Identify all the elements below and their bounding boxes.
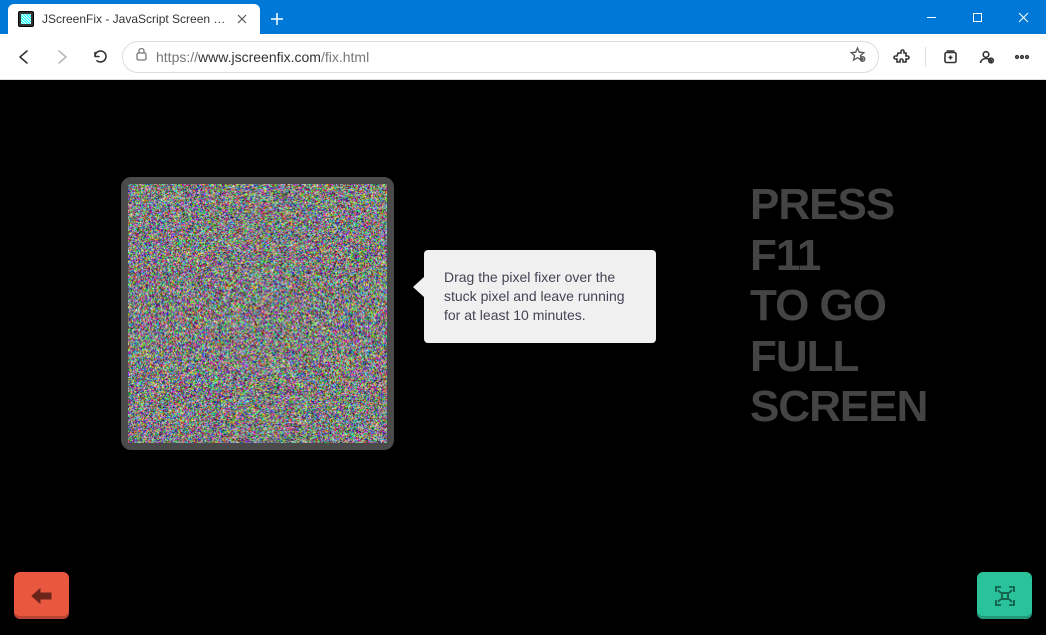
fullscreen-icon xyxy=(993,584,1017,608)
url-text: https://www.jscreenfix.com/fix.html xyxy=(156,49,841,65)
window-controls xyxy=(908,0,1046,34)
browser-toolbar: https://www.jscreenfix.com/fix.html xyxy=(0,34,1046,80)
pixel-noise-canvas xyxy=(128,184,387,443)
tooltip: Drag the pixel fixer over the stuck pixe… xyxy=(413,250,656,343)
tooltip-text: Drag the pixel fixer over the stuck pixe… xyxy=(424,250,656,343)
toolbar-separator xyxy=(925,47,926,67)
tab-title: JScreenFix - JavaScript Screen Pix xyxy=(42,12,226,26)
tab-close-button[interactable] xyxy=(234,11,250,27)
back-button[interactable] xyxy=(14,572,69,619)
collections-button[interactable] xyxy=(934,41,966,73)
address-bar[interactable]: https://www.jscreenfix.com/fix.html xyxy=(122,41,879,73)
nav-forward-button[interactable] xyxy=(46,41,78,73)
fullscreen-hint-line: FULL xyxy=(750,332,1030,383)
favorite-icon[interactable] xyxy=(849,46,866,68)
fullscreen-button[interactable] xyxy=(977,572,1032,619)
toolbar-right xyxy=(885,41,1038,73)
nav-back-button[interactable] xyxy=(8,41,40,73)
window-maximize-button[interactable] xyxy=(954,0,1000,34)
window-close-button[interactable] xyxy=(1000,0,1046,34)
menu-button[interactable] xyxy=(1006,41,1038,73)
fullscreen-hint-line: SCREEN xyxy=(750,382,1030,433)
pixel-fixer-box[interactable] xyxy=(121,177,394,450)
favicon-icon xyxy=(18,11,34,27)
profile-button[interactable] xyxy=(970,41,1002,73)
fullscreen-hint: PRESS F11 TO GO FULL SCREEN xyxy=(750,180,1030,433)
new-tab-button[interactable] xyxy=(262,4,292,34)
browser-tab[interactable]: JScreenFix - JavaScript Screen Pix xyxy=(8,4,260,34)
arrow-left-icon xyxy=(29,586,55,606)
nav-refresh-button[interactable] xyxy=(84,41,116,73)
fullscreen-hint-line: TO GO xyxy=(750,281,1030,332)
window-titlebar: JScreenFix - JavaScript Screen Pix xyxy=(0,0,1046,34)
fullscreen-hint-line: F11 xyxy=(750,231,1030,282)
page-content: Drag the pixel fixer over the stuck pixe… xyxy=(0,80,1046,635)
extensions-button[interactable] xyxy=(885,41,917,73)
tooltip-arrow-icon xyxy=(413,277,424,297)
fullscreen-hint-line: PRESS xyxy=(750,180,1030,231)
window-minimize-button[interactable] xyxy=(908,0,954,34)
lock-icon xyxy=(135,47,148,67)
